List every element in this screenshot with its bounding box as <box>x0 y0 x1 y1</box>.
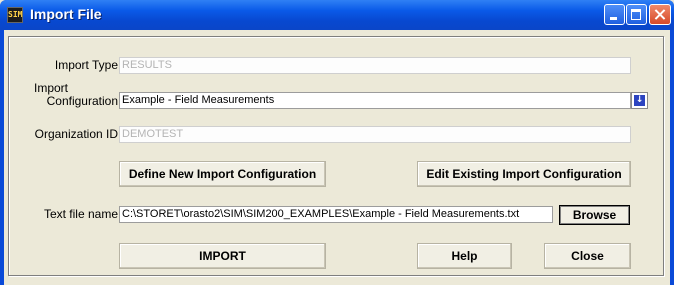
import-button[interactable]: IMPORT <box>119 243 326 269</box>
import-config-select[interactable]: Example - Field Measurements <box>119 92 631 109</box>
organization-id-label: Organization ID <box>34 127 118 141</box>
define-new-config-button[interactable]: Define New Import Configuration <box>119 161 326 187</box>
text-file-name-input[interactable]: C:\STORET\orasto2\SIM\SIM200_EXAMPLES\Ex… <box>119 206 553 223</box>
dialog-body: Import Type RESULTS Import Configuration… <box>4 30 670 285</box>
app-icon: SIM <box>7 7 23 23</box>
text-file-name-label: Text file name <box>43 207 118 221</box>
organization-id-field: DEMOTEST <box>119 126 631 143</box>
title-bar[interactable]: SIM Import File <box>0 0 674 30</box>
close-button[interactable]: Close <box>544 243 631 269</box>
import-config-label-line2: Configuration <box>46 94 118 108</box>
import-type-label: Import Type <box>54 58 118 72</box>
browse-button[interactable]: Browse <box>559 205 630 225</box>
down-arrow-icon: ↓ <box>634 95 645 106</box>
close-icon[interactable] <box>649 4 671 25</box>
window-title: Import File <box>30 6 102 22</box>
import-file-window: SIM Import File Import Type RESULTS Impo… <box>0 0 674 285</box>
help-button[interactable]: Help <box>417 243 512 269</box>
maximize-icon[interactable] <box>626 4 647 25</box>
edit-existing-config-button[interactable]: Edit Existing Import Configuration <box>417 161 631 187</box>
minimize-icon[interactable] <box>604 4 625 25</box>
import-config-dropdown-button[interactable]: ↓ <box>631 92 648 109</box>
import-type-field: RESULTS <box>119 57 631 74</box>
